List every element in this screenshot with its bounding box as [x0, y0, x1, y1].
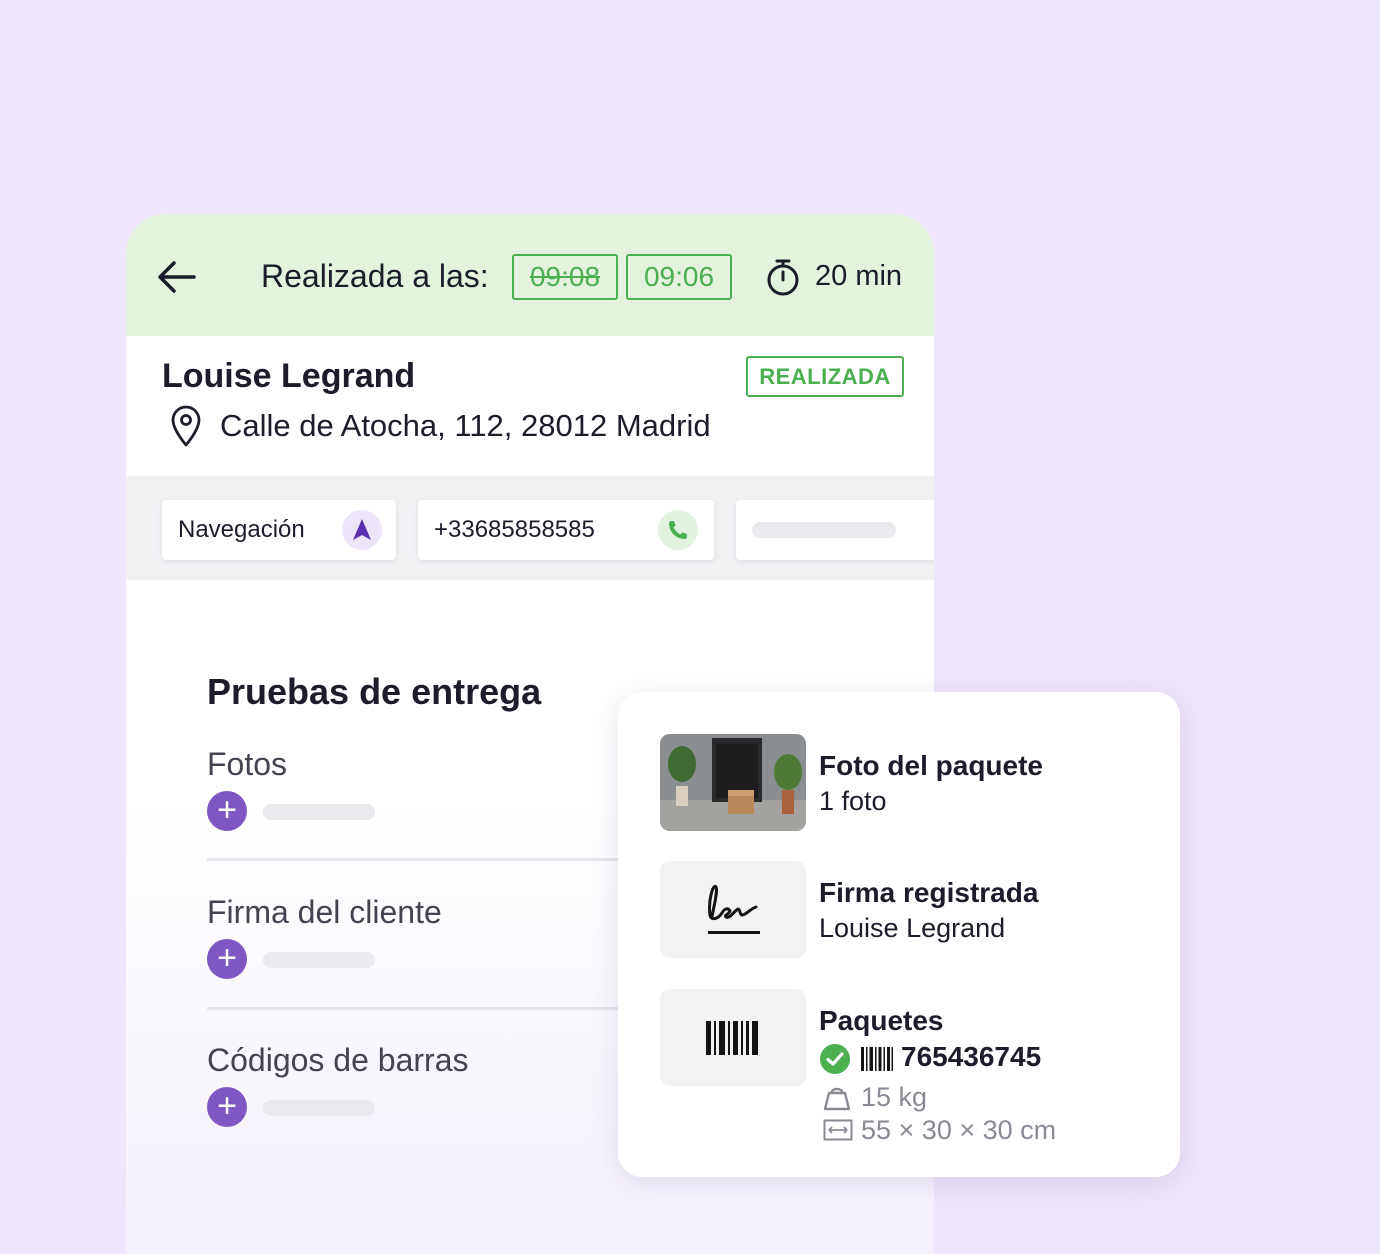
skeleton-placeholder: [263, 1100, 375, 1116]
proof-photos-label: Fotos: [207, 746, 288, 782]
navigation-arrow-icon: [353, 519, 371, 540]
phone-icon: [669, 521, 687, 539]
actual-time-badge: 09:06: [626, 254, 732, 300]
package-photo: [660, 734, 806, 831]
packages-title: Paquetes: [819, 1005, 944, 1036]
check-circle-icon: [820, 1044, 850, 1074]
weight-row: 15 kg: [819, 1082, 1119, 1114]
add-barcode-button[interactable]: +: [207, 1087, 247, 1127]
signature-title: Firma registrada: [819, 877, 1039, 908]
signature-icon: [708, 884, 760, 934]
dimensions-row: 55 × 30 × 30 cm: [819, 1115, 1139, 1147]
package-weight: 15 kg: [861, 1082, 928, 1112]
photo-title: Foto del paquete: [819, 750, 1043, 781]
barcode-number: 765436745: [901, 1041, 1042, 1072]
delivery-summary-card: Foto del paquete 1 foto Firma registrada…: [618, 692, 1180, 1177]
skeleton-placeholder: [263, 952, 375, 968]
location-pin-icon: [171, 405, 201, 447]
navigation-label: Navegación: [178, 516, 305, 543]
header-bar: Realizada a las: 09:08 09:06 20 min: [126, 214, 934, 336]
plus-icon: +: [217, 1087, 237, 1125]
customer-address: Calle de Atocha, 112, 28012 Madrid: [220, 408, 711, 443]
duration-text: 20 min: [815, 260, 903, 292]
navigation-icon-bg: [342, 510, 382, 550]
phone-number: +33685858585: [434, 516, 595, 543]
dimensions-icon: [823, 1119, 853, 1141]
barcode-small-icon: [861, 1047, 893, 1071]
navigation-button[interactable]: Navegación: [162, 500, 396, 560]
add-photo-button[interactable]: +: [207, 791, 247, 831]
timer-icon: [767, 259, 799, 296]
phone-icon-bg: [658, 510, 698, 550]
barcode-row: 765436745: [819, 1041, 1139, 1075]
add-signature-button[interactable]: +: [207, 939, 247, 979]
barcode-thumbnail[interactable]: [660, 989, 806, 1086]
signature-name: Louise Legrand: [819, 913, 1006, 943]
status-badge: REALIZADA: [746, 356, 904, 397]
customer-name: Louise Legrand: [162, 357, 416, 395]
plus-icon: +: [217, 791, 237, 829]
proofs-title: Pruebas de entrega: [207, 671, 542, 712]
completed-at-label: Realizada a las:: [261, 258, 489, 294]
package-photo-thumbnail[interactable]: [660, 734, 806, 831]
proof-barcodes-label: Códigos de barras: [207, 1042, 469, 1078]
package-dimensions: 55 × 30 × 30 cm: [861, 1115, 1057, 1145]
more-actions-chip[interactable]: [736, 500, 934, 560]
photo-count: 1 foto: [819, 786, 887, 816]
call-button[interactable]: +33685858585: [418, 500, 714, 560]
skeleton-placeholder: [752, 522, 896, 538]
back-arrow-icon[interactable]: [154, 254, 200, 300]
weight-icon: [823, 1087, 851, 1111]
scheduled-time-badge: 09:08: [512, 254, 618, 300]
proof-signature-label: Firma del cliente: [207, 894, 442, 930]
barcode-icon: [706, 1021, 758, 1055]
skeleton-placeholder: [263, 804, 375, 820]
plus-icon: +: [217, 939, 237, 977]
signature-thumbnail[interactable]: [660, 861, 806, 958]
action-chips-bar: Navegación +33685858585: [126, 476, 934, 580]
